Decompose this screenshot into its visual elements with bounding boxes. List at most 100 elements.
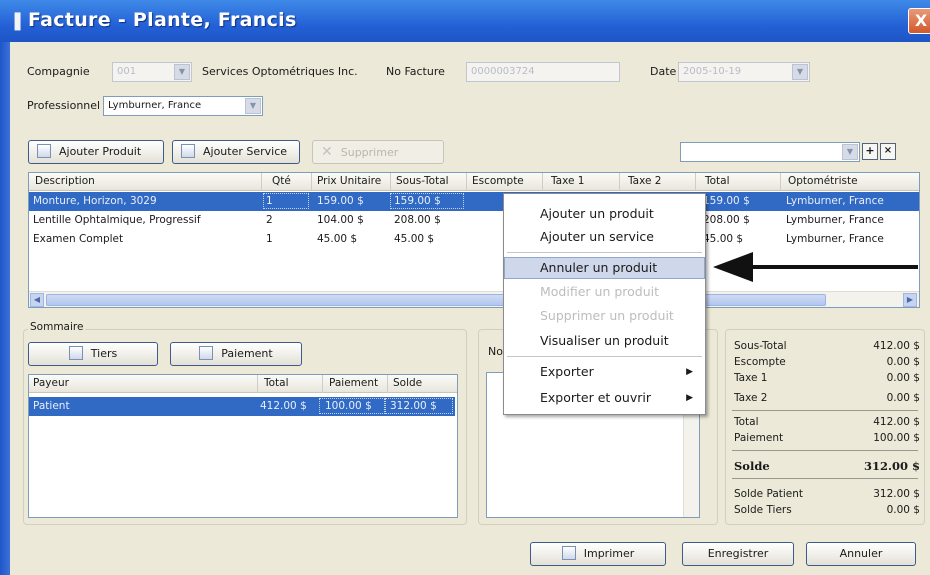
cell-qte: 1 xyxy=(266,195,273,207)
col-total[interactable]: Total xyxy=(264,377,289,389)
menu-item-export-open[interactable]: Exporter et ouvrir ▶ xyxy=(504,387,705,409)
close-button[interactable]: X xyxy=(908,8,930,34)
column-divider[interactable] xyxy=(311,173,312,191)
col-qte[interactable]: Qté xyxy=(272,175,291,187)
cell-description: Monture, Horizon, 3029 xyxy=(33,195,157,207)
chevron-down-icon[interactable]: ▼ xyxy=(245,98,261,114)
compagnie-name: Services Optométriques Inc. xyxy=(202,65,358,78)
context-menu: Ajouter un produit Ajouter un service An… xyxy=(503,193,706,415)
col-payeur[interactable]: Payeur xyxy=(33,377,69,389)
product-search-select[interactable]: ▼ xyxy=(680,142,860,162)
menu-item-cancel-product[interactable]: Annuler un produit xyxy=(504,257,705,279)
taxe1-label: Taxe 1 xyxy=(734,372,768,384)
column-divider[interactable] xyxy=(390,173,391,191)
menu-item-add-product[interactable]: Ajouter un produit xyxy=(504,203,705,225)
cell-sous-total: 208.00 $ xyxy=(394,214,441,226)
divider xyxy=(732,410,918,411)
menu-item-modify-product[interactable]: Modifier un produit xyxy=(504,281,705,303)
add-product-button[interactable]: Ajouter Produit xyxy=(28,140,164,164)
column-divider[interactable] xyxy=(542,173,543,191)
column-divider[interactable] xyxy=(261,173,262,191)
menu-item-export-open-label: Exporter et ouvrir xyxy=(540,390,652,405)
app-icon: ❚ xyxy=(10,10,26,31)
col-description[interactable]: Description xyxy=(35,175,95,187)
col-sous-total[interactable]: Sous-Total xyxy=(396,175,449,187)
cell-paiement: 100.00 $ xyxy=(325,400,372,412)
col-optometriste[interactable]: Optométriste xyxy=(788,175,858,187)
col-solde[interactable]: Solde xyxy=(393,377,422,389)
cell-description: Lentille Ophtalmique, Progressif xyxy=(33,214,201,226)
delete-button[interactable]: ✕ Supprimer xyxy=(312,140,444,164)
menu-item-view-product[interactable]: Visualiser un produit xyxy=(504,330,705,352)
chevron-down-icon[interactable]: ▼ xyxy=(174,64,190,80)
delete-label: Supprimer xyxy=(340,146,399,159)
save-button[interactable]: Enregistrer xyxy=(682,542,794,566)
column-divider[interactable] xyxy=(257,375,258,393)
column-divider[interactable] xyxy=(466,173,467,191)
table-row[interactable]: Lentille Ophtalmique, Progressif 2 104.0… xyxy=(29,211,919,230)
column-divider[interactable] xyxy=(695,173,696,191)
paiement-button[interactable]: Paiement xyxy=(170,342,302,366)
col-taxe2[interactable]: Taxe 2 xyxy=(628,175,661,187)
scroll-left-icon[interactable]: ◀ xyxy=(30,293,44,307)
column-divider[interactable] xyxy=(387,375,388,393)
col-total[interactable]: Total xyxy=(705,175,730,187)
professionnel-value: Lymburner, France xyxy=(108,100,202,111)
window-frame-left xyxy=(0,42,10,575)
divider xyxy=(732,478,918,479)
no-facture-field[interactable]: 0000003724 xyxy=(466,62,620,82)
cell-sous-total: 45.00 $ xyxy=(394,233,435,245)
table-row[interactable]: Monture, Horizon, 3029 1 159.00 $ 159.00… xyxy=(29,192,919,211)
payers-grid-header: Payeur Total Paiement Solde xyxy=(29,375,457,393)
menu-item-export[interactable]: Exporter ▶ xyxy=(504,361,705,383)
printer-icon xyxy=(561,546,576,560)
horizontal-scrollbar[interactable]: ◀ ▶ xyxy=(29,291,919,307)
title-bar[interactable]: ❚ Facture - Plante, Francis X xyxy=(0,0,930,42)
chevron-down-icon[interactable]: ▼ xyxy=(842,144,858,160)
col-paiement[interactable]: Paiement xyxy=(329,377,378,389)
menu-item-delete-product[interactable]: Supprimer un produit xyxy=(504,305,705,327)
col-escompte[interactable]: Escompte xyxy=(472,175,524,187)
tiers-button[interactable]: Tiers xyxy=(28,342,158,366)
date-field[interactable]: 2005-10-19 ▼ xyxy=(678,62,810,82)
menu-item-add-service[interactable]: Ajouter un service xyxy=(504,226,705,248)
payers-grid[interactable]: Payeur Total Paiement Solde Patient 412.… xyxy=(28,374,458,518)
calendar-dropdown-icon[interactable]: ▼ xyxy=(792,64,808,80)
total-label: Total xyxy=(734,416,759,428)
col-prix-unitaire[interactable]: Prix Unitaire xyxy=(317,175,381,187)
taxe2-label: Taxe 2 xyxy=(734,392,768,404)
column-divider[interactable] xyxy=(619,173,620,191)
compagnie-select[interactable]: 001 ▼ xyxy=(112,62,192,82)
cell-sous-total: 159.00 $ xyxy=(394,195,441,207)
column-divider[interactable] xyxy=(780,173,781,191)
scrollbar-thumb[interactable] xyxy=(46,294,826,306)
cell-optometriste: Lymburner, France xyxy=(786,214,884,226)
sommaire-title: Sommaire xyxy=(28,321,86,333)
cell-total: 45.00 $ xyxy=(703,233,744,245)
solde-tiers-label: Solde Tiers xyxy=(734,504,792,516)
annotation-arrow-shaft xyxy=(750,265,918,269)
sous-total-label: Sous-Total xyxy=(734,340,787,352)
scroll-right-icon[interactable]: ▶ xyxy=(903,293,917,307)
menu-separator xyxy=(507,356,702,357)
solde-patient-value: 312.00 $ xyxy=(873,488,920,500)
cell-payeur: Patient xyxy=(33,400,70,412)
professionnel-select[interactable]: Lymburner, France ▼ xyxy=(103,96,263,116)
column-divider[interactable] xyxy=(322,375,323,393)
cell-total: 159.00 $ xyxy=(703,195,750,207)
col-taxe1[interactable]: Taxe 1 xyxy=(551,175,584,187)
solde-tiers-value: 0.00 $ xyxy=(886,504,920,516)
cell-optometriste: Lymburner, France xyxy=(786,195,884,207)
window-client-area: Compagnie 001 ▼ Services Optométriques I… xyxy=(10,42,930,575)
products-grid[interactable]: Description Qté Prix Unitaire Sous-Total… xyxy=(28,172,920,308)
taxe1-value: 0.00 $ xyxy=(886,372,920,384)
expand-plus-icon[interactable]: + xyxy=(862,143,878,160)
cell-total: 412.00 $ xyxy=(260,400,307,412)
add-service-button[interactable]: Ajouter Service xyxy=(172,140,300,164)
print-button[interactable]: Imprimer xyxy=(530,542,666,566)
table-row[interactable]: Patient 412.00 $ 100.00 $ 312.00 $ xyxy=(29,397,455,416)
table-row[interactable]: Examen Complet 1 45.00 $ 45.00 $ 45.00 $… xyxy=(29,230,919,249)
clear-x-icon[interactable]: × xyxy=(880,143,896,160)
cancel-button[interactable]: Annuler xyxy=(806,542,916,566)
paiement-icon xyxy=(199,346,214,360)
